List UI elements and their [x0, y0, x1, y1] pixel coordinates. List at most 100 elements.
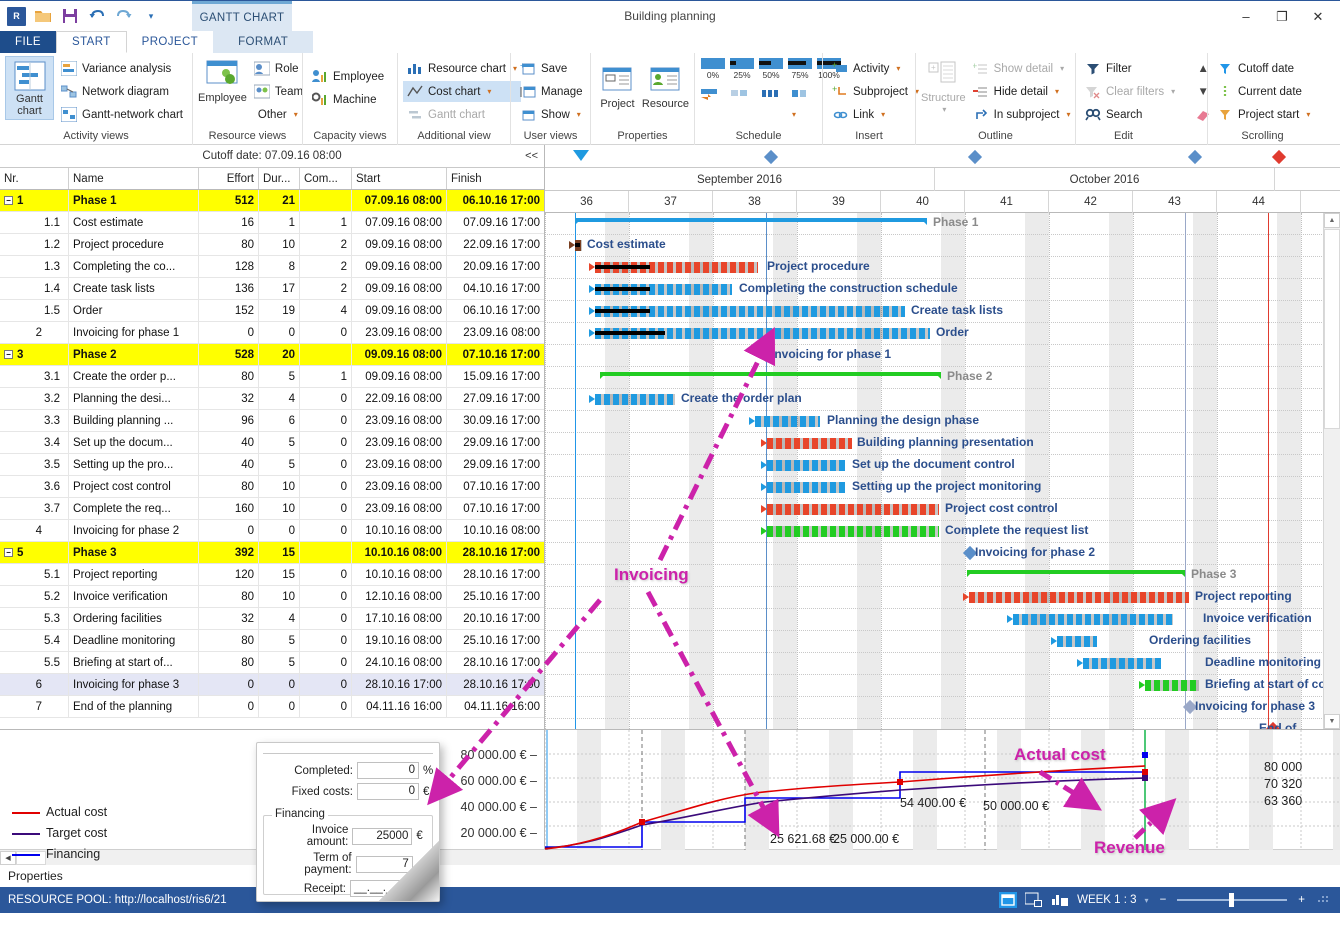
column-header-start[interactable]: Start [352, 168, 447, 189]
chevron-down-icon[interactable]: ▾ [1055, 87, 1059, 96]
cutoff-marker[interactable] [573, 150, 589, 161]
gantt-summary-bar[interactable] [967, 570, 1185, 574]
gantt-task-bar[interactable] [767, 438, 852, 449]
tab-format[interactable]: FORMAT [213, 31, 314, 53]
zoom-scale-label[interactable]: WEEK 1 : 3 [1077, 894, 1136, 906]
schedule-split-icon[interactable] [730, 87, 756, 103]
zoom-slider[interactable] [1177, 893, 1288, 907]
maximize-button[interactable]: ❐ [1264, 4, 1300, 30]
chevron-down-icon[interactable]: ▾ [792, 110, 796, 119]
gantt-task-bar[interactable] [1083, 658, 1161, 669]
column-header-finish[interactable]: Finish [447, 168, 544, 189]
gantt-task-bar[interactable] [767, 526, 939, 537]
chevron-down-icon[interactable]: ▾ [1145, 896, 1149, 905]
percent-75-button[interactable]: 75% [787, 58, 813, 80]
current-date-button[interactable]: Current date [1213, 81, 1314, 102]
table-row[interactable]: 5.5 Briefing at start of... 80 5 0 24.10.16 0… [0, 652, 544, 674]
table-row[interactable]: 3.6 Project cost control 80 10 0 23.09.16 08:… [0, 476, 544, 498]
save-view-button[interactable]: + Save [516, 58, 587, 79]
table-row[interactable]: −3 Phase 2 528 20 09.09.16 08:00 07.10.16 17:… [0, 344, 544, 366]
gantt-task-bar[interactable] [1013, 614, 1173, 625]
project-properties-button[interactable]: Project [596, 62, 639, 110]
network-diagram-button[interactable]: Network diagram [57, 81, 187, 102]
machine-button[interactable]: Machine [308, 89, 388, 110]
hscroll-thumb[interactable] [16, 850, 46, 865]
show-view-button[interactable]: Show ▾ [516, 104, 587, 125]
percent-0-button[interactable]: 0% [700, 58, 726, 80]
table-row[interactable]: 3.3 Building planning ... 96 6 0 23.09.16 08:… [0, 410, 544, 432]
chevron-down-icon[interactable]: ▾ [881, 110, 885, 119]
table-row[interactable]: 1.5 Order 152 19 4 09.09.16 08:00 06.10.16 17:… [0, 300, 544, 322]
project-start-button[interactable]: Project start ▾ [1213, 104, 1314, 125]
table-row[interactable]: 5.4 Deadline monitoring 80 5 0 19.10.16 08:00… [0, 630, 544, 652]
other-views-button[interactable]: Other ▾ [250, 104, 307, 125]
gantt-task-bar[interactable] [767, 460, 845, 471]
fixed-costs-input[interactable]: 0 [357, 783, 419, 800]
schedule-level-icon[interactable] [760, 87, 786, 103]
zoom-slider-thumb[interactable] [1229, 893, 1235, 907]
insert-link-button[interactable]: Link ▾ [828, 104, 923, 125]
variance-analysis-button[interactable]: Variance analysis [57, 58, 187, 79]
chevron-down-icon[interactable]: ▾ [1306, 110, 1310, 119]
chevron-down-icon[interactable]: ▾ [896, 64, 900, 73]
scroll-up-arrow-icon[interactable]: ▲ [1324, 213, 1340, 228]
resource-chart-button[interactable]: Resource chart ▾ [403, 58, 521, 79]
chevron-down-icon[interactable]: ▾ [577, 110, 581, 119]
table-row[interactable]: 4 Invoicing for phase 2 0 0 0 10.10.16 08:00 1… [0, 520, 544, 542]
invoice-marker-1[interactable] [763, 149, 779, 165]
table-row[interactable]: 3.2 Planning the desi... 32 4 0 22.09.16 08:0… [0, 388, 544, 410]
schedule-group-icon[interactable]: ▾ [790, 87, 816, 119]
completed-input[interactable]: 0 [357, 762, 419, 779]
table-row[interactable]: −5 Phase 3 392 15 10.10.16 08:00 28.10.16 17:… [0, 542, 544, 564]
gantt-vertical-scrollbar[interactable]: ▲ ▼ [1323, 213, 1340, 729]
zoom-in-button[interactable]: + [1295, 894, 1308, 906]
insert-activity-button[interactable]: + Activity ▾ [828, 58, 923, 79]
column-header-nr[interactable]: Nr. [0, 168, 69, 189]
tab-project[interactable]: PROJECT [127, 31, 213, 53]
end-marker[interactable] [1271, 149, 1287, 165]
percent-25-button[interactable]: 25% [729, 58, 755, 80]
table-row[interactable]: 2 Invoicing for phase 1 0 0 0 23.09.16 08:00 2… [0, 322, 544, 344]
chevron-down-icon[interactable]: ▾ [487, 87, 491, 96]
gantt-bars-area[interactable]: Phase 1 Cost estimate Project procedure Com… [545, 213, 1340, 729]
zoom-out-button[interactable]: − [1157, 894, 1170, 906]
column-header-completion[interactable]: Com... [300, 168, 352, 189]
column-header-duration[interactable]: Dur... [259, 168, 300, 189]
gantt-task-bar[interactable] [755, 416, 820, 427]
gantt-task-bar[interactable] [1057, 636, 1097, 647]
gantt-task-bar[interactable] [767, 504, 939, 515]
gantt-chart-button[interactable]: Gantt chart [5, 56, 55, 120]
table-row[interactable]: 1.1 Cost estimate 16 1 1 07.09.16 08:00 07.09.… [0, 212, 544, 234]
employee-capacity-button[interactable]: Employee [308, 66, 388, 87]
cost-chart-button[interactable]: Cost chart ▾ [403, 81, 521, 102]
table-row[interactable]: 6 Invoicing for phase 3 0 0 0 28.10.16 17:00 2… [0, 674, 544, 696]
tab-start[interactable]: START [56, 31, 127, 53]
row-expander[interactable]: − [4, 350, 13, 359]
gantt-task-bar[interactable] [595, 394, 675, 405]
minimize-button[interactable]: – [1228, 4, 1264, 30]
column-header-name[interactable]: Name [69, 168, 199, 189]
invoice-marker-3[interactable] [1187, 149, 1203, 165]
collapse-pane-button[interactable]: << [525, 150, 538, 162]
table-row[interactable]: 7 End of the planning 0 0 0 04.11.16 16:00 04.… [0, 696, 544, 718]
table-row[interactable]: 5.2 Invoice verification 80 10 0 12.10.16 08:… [0, 586, 544, 608]
filter-button[interactable]: Filter [1081, 58, 1179, 79]
cutoff-date-button[interactable]: Cutoff date [1213, 58, 1314, 79]
manage-view-button[interactable]: Manage [516, 81, 587, 102]
table-row[interactable]: 3.5 Setting up the pro... 40 5 0 23.09.16 08:… [0, 454, 544, 476]
chart-view-icon[interactable] [1051, 892, 1069, 908]
scroll-down-arrow-icon[interactable]: ▼ [1324, 714, 1340, 729]
resource-properties-button[interactable]: Resource [642, 62, 689, 110]
table-row[interactable]: 3.4 Set up the docum... 40 5 0 23.09.16 08:00… [0, 432, 544, 454]
gantt-task-bar[interactable] [969, 592, 1189, 603]
schedule-forward-icon[interactable] [700, 87, 726, 103]
gantt-task-bar[interactable] [1145, 680, 1199, 691]
percent-50-button[interactable]: 50% [758, 58, 784, 80]
gantt-task-bar[interactable] [767, 482, 845, 493]
role-button[interactable]: Role [250, 58, 307, 79]
search-button[interactable]: Search [1081, 104, 1179, 125]
hide-detail-button[interactable]: Hide detail ▾ [969, 81, 1075, 102]
chevron-down-icon[interactable]: ▾ [294, 110, 298, 119]
team-button[interactable]: Team [250, 81, 307, 102]
gantt-summary-bar[interactable] [575, 218, 927, 222]
